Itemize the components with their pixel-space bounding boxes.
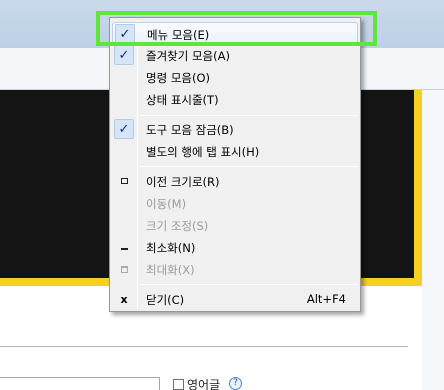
english-checkbox-label: 영어글 — [187, 378, 221, 390]
menu-item-minimize[interactable]: 최소화(N) — [112, 236, 358, 258]
menu-item-shortcut: Alt+F4 — [306, 292, 346, 306]
right-scroll-area — [422, 90, 444, 390]
checkmark-icon: ✓ — [114, 119, 134, 139]
menu-separator — [140, 115, 358, 116]
menu-item-status-bar[interactable]: 상태 표시줄(T) — [112, 88, 358, 110]
menu-separator — [140, 284, 358, 285]
menu-item-label: 명령 모음(O) — [146, 71, 210, 85]
menu-item-size: 크기 조정(S) — [112, 214, 358, 236]
english-checkbox[interactable] — [173, 379, 184, 390]
menu-item-label: 이전 크기로(R) — [146, 175, 220, 189]
menu-item-label: 크기 조정(S) — [146, 219, 209, 233]
menu-item-move: 이동(M) — [112, 192, 358, 214]
menu-item-label: 최대화(X) — [146, 263, 195, 277]
checkmark-icon: ✓ — [114, 45, 134, 65]
maximize-icon — [114, 259, 134, 279]
menu-item-tabs-separate-row[interactable]: 별도의 행에 탭 표시(H) — [112, 140, 358, 162]
menu-item-label: 최소화(N) — [146, 241, 196, 255]
yellow-border-right — [414, 90, 422, 286]
minimize-icon — [114, 237, 134, 257]
menu-item-label: 상태 표시줄(T) — [146, 93, 219, 107]
menu-item-lock-toolbars[interactable]: ✓ 도구 모음 잠금(B) — [112, 118, 358, 140]
menu-item-label: 닫기(C) — [146, 293, 185, 307]
menu-item-close[interactable]: x 닫기(C) Alt+F4 — [112, 288, 358, 310]
help-icon[interactable]: ? — [229, 377, 242, 390]
menu-item-label: 별도의 행에 탭 표시(H) — [146, 145, 260, 159]
menu-item-label: 즐겨찾기 모음(A) — [146, 49, 230, 63]
menu-item-label: 이동(M) — [146, 197, 187, 211]
menu-separator — [140, 166, 358, 167]
menu-item-restore[interactable]: 이전 크기로(R) — [112, 170, 358, 192]
menu-item-command-bar[interactable]: 명령 모음(O) — [112, 66, 358, 88]
menu-item-maximize: 최대화(X) — [112, 258, 358, 280]
restore-icon — [114, 171, 134, 191]
close-icon: x — [120, 292, 128, 306]
highlight-annotation-box — [96, 11, 377, 46]
divider — [0, 346, 408, 347]
menu-item-label: 도구 모음 잠금(B) — [146, 123, 234, 137]
menu-item-favorites-bar[interactable]: ✓ 즐겨찾기 모음(A) — [112, 44, 358, 66]
window-system-menu: ✓ 메뉴 모음(E) ✓ 즐겨찾기 모음(A) 명령 모음(O) 상태 표시줄(… — [109, 17, 361, 312]
text-input[interactable] — [0, 377, 160, 390]
